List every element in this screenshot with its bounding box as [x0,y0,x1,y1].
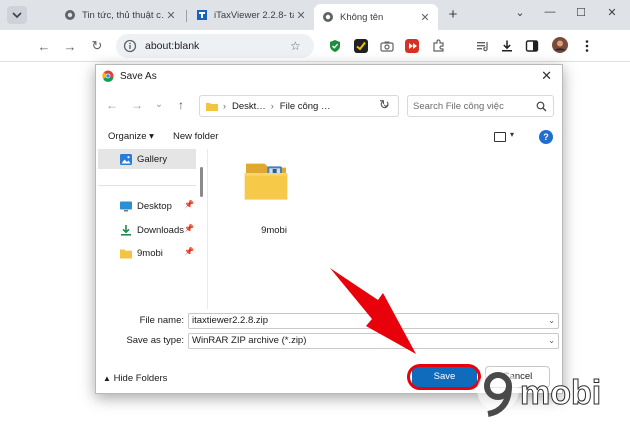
chevron-down-icon[interactable]: ▾ [510,130,514,139]
svg-text:mobi: mobi [520,374,601,412]
back-icon[interactable]: ← [36,38,52,54]
breadcrumb-separator: › [270,101,274,111]
maximize-icon[interactable]: ☐ [571,6,591,19]
breadcrumb-desktop[interactable]: Deskt… [232,101,266,112]
tab-khong-ten[interactable]: Không tên ✕ [314,4,438,30]
chevron-down-icon [12,12,22,19]
up-arrow-icon[interactable]: ↑ [174,98,188,112]
back-icon[interactable]: ← [105,98,119,112]
camera-extension-icon[interactable] [380,39,394,53]
sidebar-item-label: 9mobi [137,247,163,259]
hide-folders-button[interactable]: ▲ Hide Folders [103,373,167,384]
9mobi-logo: mobi [477,369,602,417]
tab-title: iTaxViewer 2.2.8- tả… [214,9,294,21]
pin-icon: 📌 [184,224,194,233]
search-input[interactable]: Search File công việc [413,101,536,112]
tab-divider [186,10,187,22]
desktop-icon [120,201,132,211]
close-window-icon[interactable]: ✕ [602,6,622,19]
new-tab-button[interactable]: + [444,6,462,24]
sidebar-item-desktop[interactable]: Desktop 📌 [98,196,196,216]
address-bar[interactable]: about:blank ☆ [116,34,314,58]
view-options-icon[interactable] [494,132,506,142]
organize-button[interactable]: Organize ▾ [108,131,154,142]
sidebar-item-gallery[interactable]: Gallery [98,149,196,169]
shield-extension-icon[interactable] [328,39,342,53]
navigation-pane: Gallery Desktop 📌 Downloads 📌 9mobi 📌 [96,149,208,309]
gallery-icon [120,153,132,165]
hide-folders-label: Hide Folders [113,373,168,384]
save-highlight-ring [407,364,481,390]
chevron-down-icon[interactable]: ⌄ [152,99,166,110]
menu-icon[interactable] [580,39,594,53]
pin-icon: 📌 [184,200,194,209]
dialog-titlebar: Save As ✕ [96,65,562,87]
chevron-down-icon[interactable]: ⌄ [548,314,555,328]
new-folder-button[interactable]: New folder [173,131,218,142]
media-icon[interactable] [476,39,490,53]
breadcrumb-file-cong-viec[interactable]: File công … [280,101,331,112]
save-as-type-label: Save as type: [126,335,184,346]
tab-title: Tin tức, thủ thuật c… [82,9,164,21]
tab-tin-tuc[interactable]: Tin tức, thủ thuật c… ✕ [56,4,184,26]
save-as-type-value[interactable]: WinRAR ZIP archive (*.zip) [192,335,306,346]
chevron-up-icon: ▲ [103,374,111,383]
address-text[interactable]: about:blank [145,40,290,52]
tab-itaxviewer[interactable]: iTaxViewer 2.2.8- tả… ✕ [188,4,314,26]
sidebar-item-label: Gallery [137,153,168,165]
dialog-nav-row: ← → ⌄ ↑ › Deskt… › File công … ⌄ ↻ Searc… [96,93,562,119]
chrome-logo-icon [102,70,114,82]
reload-icon[interactable]: ↻ [89,38,105,54]
checkmark-extension-icon[interactable] [354,39,368,53]
pin-icon: 📌 [184,247,194,256]
download-icon [121,224,131,236]
search-icon [536,101,547,111]
help-icon[interactable]: ? [539,130,553,144]
chevron-down-icon[interactable]: ⌄ [510,6,530,19]
close-icon[interactable]: ✕ [418,11,432,24]
record-extension-icon[interactable] [405,39,419,53]
sidebar-item-label: Desktop [137,200,172,212]
command-bar: Organize ▾ New folder ▾ ? [96,127,562,149]
forward-icon[interactable]: → [62,38,78,54]
sidebar-divider [98,185,196,186]
file-name-value[interactable]: itaxtiewer2.2.8.zip [192,315,268,326]
dialog-title: Save As [120,70,157,82]
folder-name[interactable]: 9mobi [228,225,320,236]
sidebar-item-label: Downloads [137,224,184,236]
close-icon[interactable]: ✕ [294,9,308,22]
chevron-down-icon[interactable]: ⌄ [548,334,555,348]
refresh-icon[interactable]: ↻ [379,97,390,113]
star-icon[interactable]: ☆ [290,39,304,53]
address-path-box[interactable]: › Deskt… › File công … ⌄ [199,95,399,117]
sidebar-item-downloads[interactable]: Downloads 📌 [98,220,196,240]
tab-strip: Tin tức, thủ thuật c… ✕ iTaxViewer 2.2.8… [0,0,630,30]
puzzle-icon[interactable] [432,39,446,53]
folder-with-archive-icon[interactable] [228,161,320,221]
folder-icon [120,249,132,258]
sidepanel-icon[interactable] [525,39,539,53]
file-name-label: File name: [139,315,184,326]
sidebar-scrollbar[interactable] [200,167,203,197]
browser-toolbar: ← → ↻ about:blank ☆ [0,30,630,62]
tab-title: Không tên [340,11,384,23]
folder-icon [206,102,218,111]
folder-search-box[interactable]: Search File công việc [407,95,554,117]
sidebar-item-9mobi[interactable]: 9mobi 📌 [98,243,196,263]
info-icon[interactable] [123,39,137,53]
close-icon[interactable]: ✕ [541,68,552,84]
globe-icon [323,12,333,22]
avatar[interactable] [552,37,568,53]
forward-icon[interactable]: → [130,98,144,112]
minimize-icon[interactable]: — [540,6,560,18]
globe-icon [65,10,75,20]
breadcrumb-separator: › [223,101,226,111]
tab-search-button[interactable] [7,6,27,24]
close-icon[interactable]: ✕ [164,9,178,22]
annotation-arrow-icon [330,268,416,354]
itaxviewer-favicon-icon [197,10,207,20]
download-icon[interactable] [500,39,514,53]
